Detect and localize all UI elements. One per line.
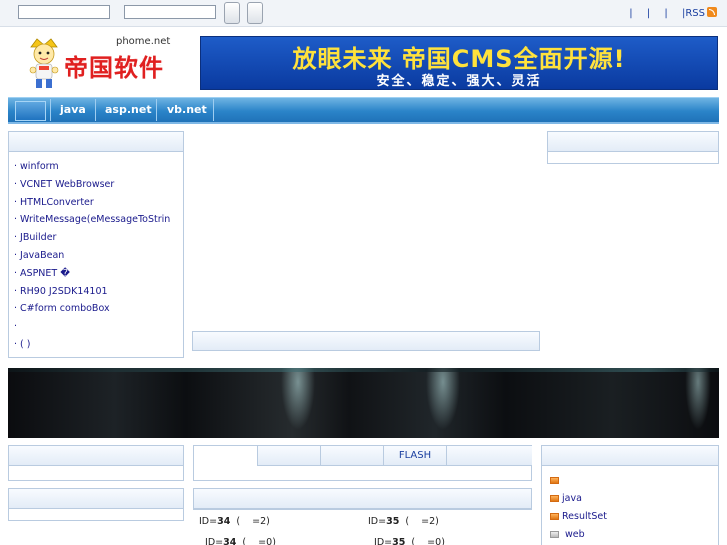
row-id: 35 bbox=[392, 537, 406, 545]
search-input-1[interactable] bbox=[18, 5, 110, 19]
row-prefix: ID= bbox=[368, 537, 393, 545]
right-topic-list: java ResultSet web bbox=[542, 466, 718, 544]
topic-item[interactable]: web bbox=[542, 526, 718, 544]
nav-divider bbox=[156, 99, 157, 121]
row-suffix: ( =0) bbox=[236, 537, 276, 545]
row-suffix: ( =2) bbox=[399, 516, 439, 527]
lower-left-panel-2-header bbox=[9, 489, 183, 509]
ad-strip[interactable] bbox=[8, 368, 719, 438]
row-prefix: ID= bbox=[199, 537, 224, 545]
row-id: 35 bbox=[386, 516, 400, 527]
mascot-icon bbox=[29, 38, 59, 88]
row-id: 34 bbox=[223, 537, 237, 545]
article-link[interactable]: · VCNET WebBrowser bbox=[9, 176, 183, 194]
article-link[interactable]: · HTMLConverter bbox=[9, 194, 183, 212]
folder-icon bbox=[550, 531, 559, 538]
nav-item-java[interactable]: java bbox=[60, 103, 86, 116]
tab-2[interactable] bbox=[320, 446, 383, 466]
center-lower-panel-header bbox=[194, 489, 531, 509]
lower-left-panel-2 bbox=[8, 488, 184, 521]
topic-item[interactable]: ResultSet bbox=[542, 508, 718, 526]
logo-domain: phome.net bbox=[116, 36, 171, 47]
banner-headline: 放眼未来 帝国CMS全面开源! bbox=[292, 45, 626, 73]
ad-glow bbox=[423, 368, 463, 438]
ad-highlight-line bbox=[8, 368, 719, 372]
tab-4[interactable] bbox=[446, 446, 532, 466]
content-tabs: FLASH bbox=[193, 445, 532, 481]
nav-divider bbox=[50, 99, 51, 121]
rss-icon[interactable] bbox=[707, 7, 717, 17]
banner-tagline: 安全、稳定、强大、灵活 bbox=[376, 74, 542, 89]
nav-divider bbox=[95, 99, 96, 121]
stats-row[interactable]: ID=34 ( =2) bbox=[199, 516, 270, 527]
right-top-panel bbox=[547, 131, 719, 164]
ad-strip-bg bbox=[8, 368, 719, 438]
tab-flash[interactable]: FLASH bbox=[383, 446, 446, 466]
article-link[interactable]: · ASPNET � bbox=[9, 265, 183, 283]
article-link[interactable]: · WriteMessage(eMessageToStrin bbox=[9, 211, 183, 229]
topic-label: ResultSet bbox=[562, 511, 607, 522]
center-lower-panel bbox=[193, 488, 532, 510]
stats-row[interactable]: ID=35 ( =0) bbox=[368, 537, 445, 545]
topic-item[interactable] bbox=[542, 472, 718, 490]
topic-label: web bbox=[562, 529, 585, 540]
nav-item-home[interactable] bbox=[15, 101, 46, 121]
article-link[interactable]: · JavaBean bbox=[9, 247, 183, 265]
row-prefix: ID= bbox=[368, 516, 387, 527]
site-logo[interactable]: phome.net 帝国软件 帝国软件 bbox=[24, 36, 184, 92]
promo-banner[interactable]: 放眼未来 帝国CMS全面开源! 安全、稳定、强大、灵活 bbox=[200, 36, 718, 90]
left-panel-header bbox=[9, 132, 183, 152]
nav-item-aspnet[interactable]: asp.net bbox=[105, 103, 152, 116]
nav-underline bbox=[8, 122, 719, 124]
folder-icon bbox=[550, 495, 559, 502]
top-bar: | | | |RSS bbox=[0, 0, 727, 27]
ad-glow bbox=[278, 368, 318, 438]
right-top-panel-header bbox=[548, 132, 718, 152]
folder-icon bbox=[550, 513, 559, 520]
search-input-2[interactable] bbox=[124, 5, 216, 19]
top-link-1[interactable]: | bbox=[629, 8, 632, 19]
ad-glow bbox=[683, 368, 713, 438]
rss-link[interactable]: |RSS bbox=[682, 8, 705, 19]
lower-left-panel-1 bbox=[8, 445, 184, 481]
top-link-2[interactable]: | bbox=[647, 8, 650, 19]
row-id: 34 bbox=[217, 516, 231, 527]
nav-item-vbnet[interactable]: vb.net bbox=[167, 103, 207, 116]
center-panel-footer bbox=[192, 331, 540, 351]
article-link[interactable]: · winform bbox=[9, 158, 183, 176]
main-nav: java asp.net vb.net bbox=[8, 97, 719, 122]
right-lower-panel-header bbox=[542, 446, 718, 466]
top-links: | | | |RSS bbox=[618, 7, 717, 19]
article-link[interactable]: · C#form comboBox bbox=[9, 300, 183, 318]
tab-1[interactable] bbox=[257, 446, 320, 466]
article-link[interactable]: · bbox=[9, 318, 183, 336]
article-link[interactable]: · JBuilder bbox=[9, 229, 183, 247]
folder-icon bbox=[550, 477, 559, 484]
stats-row[interactable]: ID=35 ( =2) bbox=[368, 516, 439, 527]
article-link[interactable]: · ( ) bbox=[9, 336, 183, 354]
nav-divider bbox=[213, 99, 214, 121]
left-article-panel: · winform · VCNET WebBrowser · HTMLConve… bbox=[8, 131, 184, 358]
topic-label: java bbox=[562, 493, 582, 504]
lower-left-panel-1-header bbox=[9, 446, 183, 466]
left-article-list: · winform · VCNET WebBrowser · HTMLConve… bbox=[9, 152, 183, 354]
advanced-search-button[interactable] bbox=[247, 2, 263, 24]
right-lower-panel: java ResultSet web bbox=[541, 445, 719, 545]
article-link[interactable]: · RH90 J2SDK14101 bbox=[9, 283, 183, 301]
stats-row[interactable]: ID=34 ( =0) bbox=[199, 537, 276, 545]
top-link-3[interactable]: | bbox=[664, 8, 667, 19]
row-suffix: ( =0) bbox=[405, 537, 445, 545]
row-suffix: ( =2) bbox=[230, 516, 270, 527]
topic-item[interactable]: java bbox=[542, 490, 718, 508]
logo-reflection: 帝国软件 bbox=[64, 56, 164, 68]
row-prefix: ID= bbox=[199, 516, 218, 527]
search-button[interactable] bbox=[224, 2, 240, 24]
